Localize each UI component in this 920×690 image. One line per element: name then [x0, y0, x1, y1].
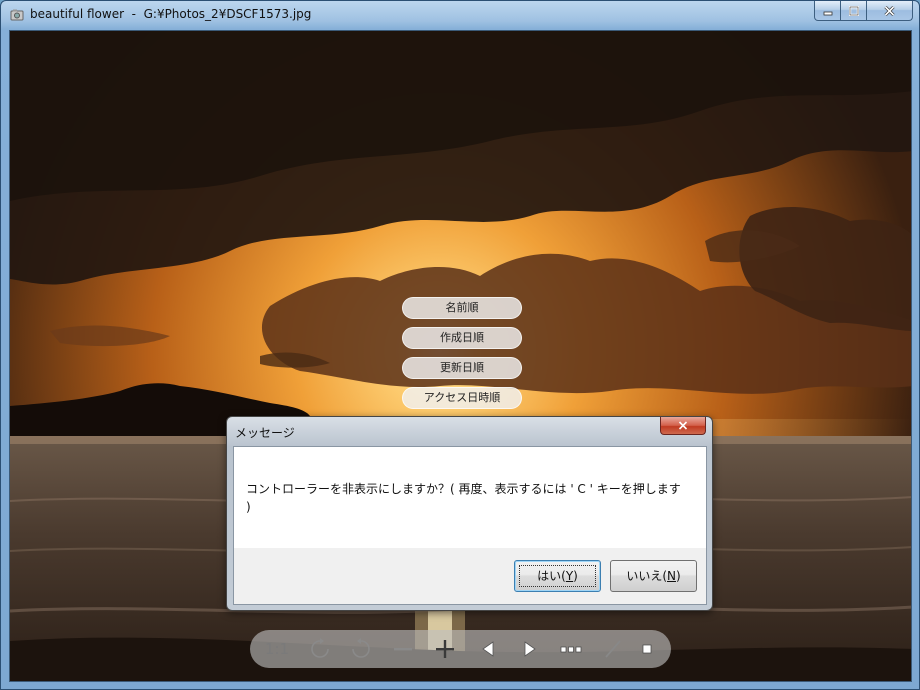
sort-by-name-button[interactable]: 名前順 — [402, 297, 522, 319]
dialog-message: コントローラーを非表示にしますか？( 再度、表示するには ' C ' キーを押し… — [246, 482, 681, 514]
no-label-close: ) — [675, 569, 681, 583]
rotate-left-icon — [311, 638, 329, 658]
previous-button[interactable] — [476, 630, 500, 668]
minimize-icon — [823, 11, 832, 15]
rotate-left-button[interactable] — [306, 630, 334, 668]
close-button[interactable] — [867, 1, 913, 21]
sort-by-created-button[interactable]: 作成日順 — [402, 327, 522, 349]
zoom-in-icon — [436, 640, 454, 658]
yes-button[interactable]: はい(Y) — [514, 560, 601, 592]
zoom-actual-size-button[interactable]: 1:1 — [262, 630, 292, 668]
more-icon — [560, 646, 582, 653]
close-icon — [678, 421, 688, 430]
no-button[interactable]: いいえ(N) — [610, 560, 697, 592]
edit-button[interactable] — [600, 630, 626, 668]
edit-icon — [605, 640, 621, 658]
dialog-title: メッセージ — [235, 426, 295, 440]
close-icon — [884, 5, 895, 16]
sort-by-accessed-button[interactable]: アクセス日時順 — [402, 387, 522, 409]
rotate-right-button[interactable] — [347, 630, 375, 668]
no-label: いいえ( — [626, 569, 667, 583]
caption-buttons — [814, 1, 913, 21]
minimize-button[interactable] — [814, 1, 841, 21]
zoom-out-button[interactable] — [390, 630, 416, 668]
controller-bar: 1:1 — [250, 630, 671, 668]
dialog-message-area: コントローラーを非表示にしますか？( 再度、表示するには ' C ' キーを押し… — [234, 447, 706, 548]
previous-icon — [482, 641, 494, 657]
more-button[interactable] — [558, 630, 584, 668]
rotate-right-icon — [352, 638, 370, 658]
dialog-body: コントローラーを非表示にしますか？( 再度、表示するには ' C ' キーを押し… — [233, 446, 707, 605]
dialog-close-button[interactable] — [660, 417, 706, 435]
photo-viewer-window: beautiful flower - G:¥Photos_2¥DSCF1573.… — [0, 0, 920, 690]
maximize-button[interactable] — [841, 1, 867, 21]
app-icon[interactable] — [10, 8, 24, 22]
no-accelerator: N — [667, 569, 676, 583]
title-bar[interactable]: beautiful flower - G:¥Photos_2¥DSCF1573.… — [1, 1, 919, 29]
zoom-out-icon — [394, 648, 412, 651]
focus-rectangle — [519, 565, 596, 587]
zoom-in-button[interactable] — [432, 630, 458, 668]
sort-menu: 名前順 作成日順 更新日順 アクセス日時順 — [402, 297, 522, 417]
stop-icon — [642, 644, 652, 654]
next-icon — [524, 641, 536, 657]
stop-button[interactable] — [636, 630, 658, 668]
message-dialog: メッセージ コントローラーを非表示にしますか？( 再度、表示するには ' C '… — [226, 416, 713, 611]
sort-by-modified-button[interactable]: 更新日順 — [402, 357, 522, 379]
maximize-icon — [848, 5, 859, 16]
next-button[interactable] — [518, 630, 542, 668]
window-title: beautiful flower - G:¥Photos_2¥DSCF1573.… — [30, 7, 312, 21]
